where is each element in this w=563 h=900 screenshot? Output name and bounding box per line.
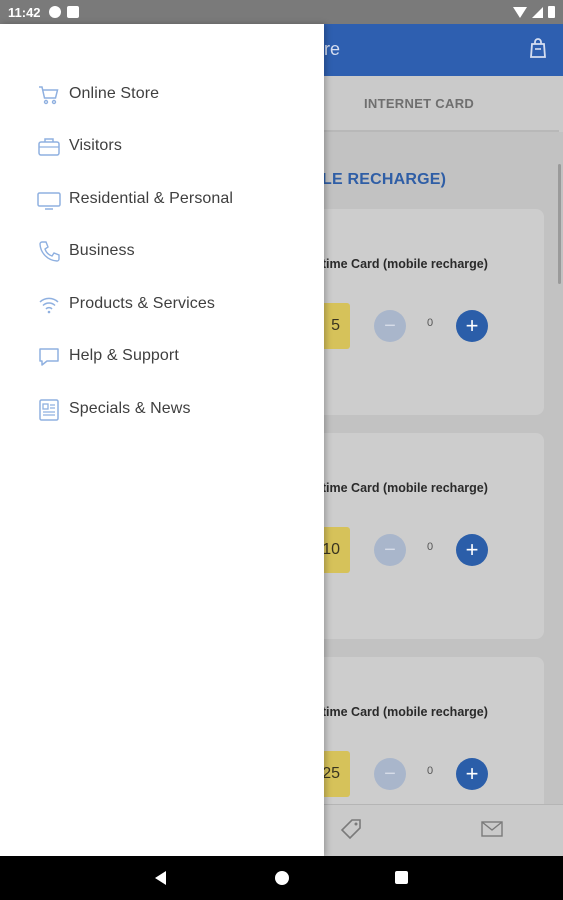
phone-icon [39, 241, 60, 262]
menu-item-specials-news[interactable]: Specials & News [0, 384, 324, 436]
menu-item-help-support[interactable]: Help & Support [0, 331, 324, 383]
newspaper-icon [39, 399, 59, 421]
recents-icon[interactable] [395, 871, 408, 884]
decrease-button[interactable]: − [374, 534, 406, 566]
chat-icon [39, 348, 59, 366]
menu-item-label: Visitors [69, 137, 122, 154]
menu-item-visitors[interactable]: Visitors [0, 121, 324, 173]
f-icon [48, 6, 61, 18]
briefcase-icon [38, 138, 60, 156]
menu-item-residential-personal[interactable]: Residential & Personal [0, 174, 324, 226]
app-title: re [324, 39, 341, 59]
quantity-value: 0 [426, 541, 434, 553]
system-navigation-bar [0, 856, 563, 900]
signal-icon [532, 6, 543, 18]
menu-item-online-store[interactable]: Online Store [0, 69, 324, 121]
quantity-value: 0 [426, 317, 434, 329]
section-title: LE RECHARGE) [322, 171, 447, 188]
menu-item-label: Residential & Personal [69, 190, 234, 207]
battery-icon [548, 6, 555, 18]
menu-item-business[interactable]: Business [0, 226, 324, 278]
product-card: rtime Card (mobile recharge) 10 − 0 + [300, 433, 544, 639]
wifi-icon [513, 6, 527, 18]
quantity-value: 0 [426, 765, 434, 777]
product-title: rtime Card (mobile recharge) [317, 257, 488, 271]
wifi-icon [39, 297, 59, 314]
tab-indicator [324, 130, 559, 132]
status-bar: 11:42 [0, 0, 563, 24]
increase-button[interactable]: + [456, 534, 488, 566]
product-card: rtime Card (mobile recharge) 5 − 0 + [300, 209, 544, 415]
tag-icon[interactable] [340, 818, 362, 840]
menu-item-label: Business [69, 242, 135, 259]
menu-item-label: Specials & News [69, 400, 191, 417]
navigation-drawer: Online Store Visitors Residential & Pers… [0, 24, 324, 856]
menu-item-label: Online Store [69, 85, 160, 102]
product-title: rtime Card (mobile recharge) [317, 705, 488, 719]
sim-icon [66, 6, 79, 18]
increase-button[interactable]: + [456, 310, 488, 342]
mail-icon[interactable] [481, 821, 503, 837]
product-title: rtime Card (mobile recharge) [317, 481, 488, 495]
increase-button[interactable]: + [456, 758, 488, 790]
decrease-button[interactable]: − [374, 310, 406, 342]
menu-item-products-services[interactable]: Products & Services [0, 279, 324, 331]
monitor-icon [37, 192, 61, 210]
home-icon[interactable] [275, 871, 289, 885]
cart-icon [39, 86, 59, 105]
tab-internet-card[interactable]: INTERNET CARD [364, 96, 474, 111]
decrease-button[interactable]: − [374, 758, 406, 790]
shopping-bag-icon[interactable] [529, 38, 547, 58]
scrollbar [558, 164, 561, 284]
status-time: 11:42 [8, 4, 41, 20]
menu-item-label: Products & Services [69, 295, 215, 312]
back-icon[interactable] [155, 871, 166, 885]
menu-item-label: Help & Support [69, 347, 179, 364]
